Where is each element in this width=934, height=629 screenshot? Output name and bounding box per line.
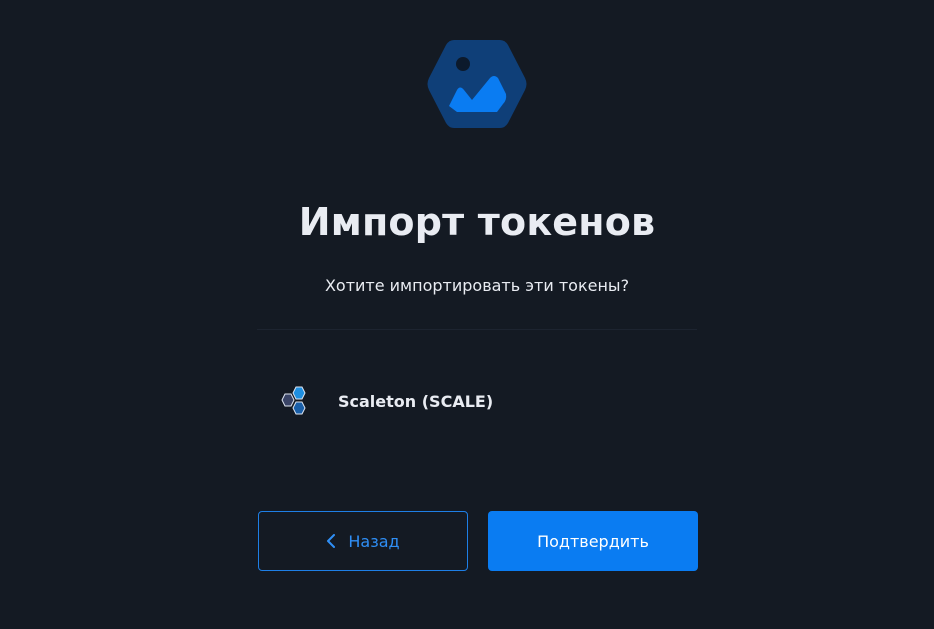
image-hexagon-icon <box>427 40 527 128</box>
scaleton-hexagons-icon <box>281 386 306 415</box>
page-subtitle: Хотите импортировать эти токены? <box>324 276 630 295</box>
divider <box>257 329 697 330</box>
chevron-left-icon <box>327 534 336 548</box>
back-button-label: Назад <box>348 531 400 551</box>
page-title: Импорт токенов <box>298 200 656 244</box>
confirm-button[interactable]: Подтвердить <box>488 511 698 571</box>
token-name: Scaleton (SCALE) <box>338 391 494 411</box>
confirm-button-label: Подтвердить <box>537 531 649 551</box>
token-list-item: Scaleton (SCALE) <box>278 383 493 419</box>
back-button[interactable]: Назад <box>258 511 468 571</box>
import-tokens-page: Импорт токенов Хотите импортировать эти … <box>0 0 934 629</box>
